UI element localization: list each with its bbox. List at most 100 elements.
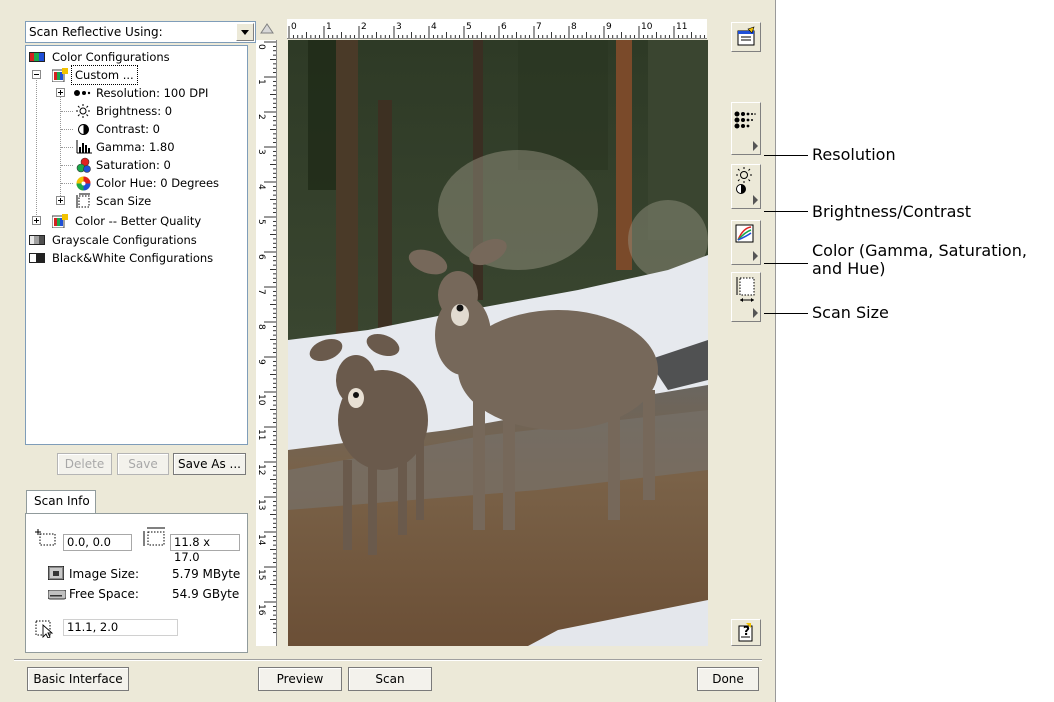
- scan-source-label: Scan Reflective Using:: [29, 25, 163, 39]
- ruler-label: 16: [256, 604, 266, 616]
- ruler-label: 11: [676, 22, 687, 32]
- color-icon: [735, 224, 754, 243]
- tree-item-contrast[interactable]: Contrast: 0: [28, 120, 243, 138]
- ruler-label: 15: [256, 569, 266, 580]
- tree-item-label: Saturation: 0: [96, 158, 171, 172]
- ruler-label: 8: [571, 22, 577, 32]
- collapse-icon[interactable]: [32, 70, 41, 79]
- ruler-label: 8: [256, 324, 266, 330]
- tree-item-bw-configurations[interactable]: Black&White Configurations: [28, 249, 243, 267]
- tree-item-label: Contrast: 0: [96, 122, 160, 136]
- configuration-tree[interactable]: Color Configurations Custom ... Resoluti…: [25, 45, 248, 445]
- horizontal-ruler-ticks: 0 1 2 3 4 5 6 7 8 9 10 11: [288, 22, 706, 38]
- preview-button[interactable]: Preview: [258, 667, 342, 691]
- delete-button[interactable]: Delete: [57, 453, 112, 475]
- done-button[interactable]: Done: [697, 667, 759, 691]
- ruler-label: 13: [256, 499, 266, 510]
- vertical-ruler-ticks: 012345678910111213141516: [256, 41, 276, 634]
- brightness-sun-icon: [76, 104, 90, 118]
- color-hue-wheel-icon: [76, 176, 91, 191]
- callout-line-color: [764, 263, 808, 264]
- tree-item-label: Brightness: 0: [96, 104, 173, 118]
- tree-item-label: Color Hue: 0 Degrees: [96, 176, 220, 190]
- help-icon: ?: [738, 623, 753, 642]
- free-space-value: 54.9 GByte: [172, 587, 240, 601]
- scanner-dialog: Scan Reflective Using: Color Configurati…: [0, 0, 776, 702]
- gamma-histogram-icon: [76, 140, 92, 154]
- callout-line-scan-size: [764, 313, 808, 314]
- vertical-ruler: 0 1 2 3 4 5 6 7 8 9 10 11 12 13 14 15 16: [256, 40, 277, 646]
- deer-photo: [288, 40, 708, 646]
- help-button[interactable]: ?: [731, 619, 761, 646]
- tab-scan-info[interactable]: Scan Info: [26, 490, 96, 514]
- ruler-label: 9: [606, 22, 612, 32]
- resolution-dots-icon: [74, 90, 91, 96]
- footer-separator: [14, 659, 762, 661]
- tree-item-label: Color Configurations: [52, 50, 170, 64]
- ruler-label: 5: [256, 219, 266, 225]
- expand-icon[interactable]: [32, 216, 41, 225]
- scan-info-panel: 0.0, 0.0 11.8 x 17.0 Image Size: 5.79 MB…: [25, 513, 248, 653]
- tree-item-resolution[interactable]: Resolution: 100 DPI: [28, 84, 243, 102]
- tree-item-label: Black&White Configurations: [52, 251, 214, 265]
- expand-icon[interactable]: [56, 88, 65, 97]
- ruler-label: 0: [256, 44, 266, 50]
- ruler-label: 1: [256, 79, 266, 85]
- callout-brightness-contrast: Brightness/Contrast: [812, 202, 971, 221]
- tree-item-color-better-quality[interactable]: Color -- Better Quality: [28, 212, 243, 230]
- dropdown-arrow-icon[interactable]: [236, 23, 254, 41]
- scan-source-dropdown[interactable]: Scan Reflective Using:: [25, 21, 256, 43]
- basic-interface-button[interactable]: Basic Interface: [27, 667, 129, 691]
- brightness-contrast-button[interactable]: [731, 164, 761, 209]
- ruler-label: 5: [466, 22, 472, 32]
- image-size-icon: [48, 566, 64, 580]
- origin-field: 0.0, 0.0: [63, 534, 132, 551]
- tree-item-brightness[interactable]: Brightness: 0: [28, 102, 243, 120]
- ruler-label: 7: [256, 289, 266, 295]
- expand-icon[interactable]: [56, 196, 65, 205]
- tree-item-label: Gamma: 1.80: [96, 140, 175, 154]
- callout-color-line2: and Hue): [812, 259, 886, 278]
- ruler-label: 3: [396, 22, 402, 32]
- tree-item-saturation[interactable]: Saturation: 0: [28, 156, 243, 174]
- callout-line-brightness-contrast: [764, 211, 808, 212]
- color-config-icon: [29, 52, 45, 62]
- tree-item-gamma[interactable]: Gamma: 1.80: [28, 138, 243, 156]
- contrast-icon: [78, 124, 89, 135]
- tree-item-label: Grayscale Configurations: [52, 233, 197, 247]
- ruler-label: 6: [256, 254, 266, 260]
- ruler-label: 3: [256, 149, 266, 155]
- ruler-origin-icon: [260, 23, 274, 34]
- resolution-icon: [734, 111, 756, 129]
- ruler-label: 6: [501, 22, 507, 32]
- cursor-position-field: 11.1, 2.0: [63, 619, 178, 636]
- horizontal-ruler: 0 1 2 3 4 5 6 7 8 9 10 11: [287, 19, 707, 39]
- save-button[interactable]: Save: [117, 453, 169, 475]
- grayscale-config-icon: [29, 235, 45, 245]
- scan-button[interactable]: Scan: [348, 667, 432, 691]
- properties-button[interactable]: [731, 22, 761, 52]
- tree-item-color-hue[interactable]: Color Hue: 0 Degrees: [28, 174, 243, 192]
- tree-item-scan-size[interactable]: Scan Size: [28, 192, 243, 210]
- ruler-label: 10: [641, 22, 653, 32]
- ruler-label: 11: [256, 429, 266, 440]
- tree-item-custom[interactable]: Custom ...: [28, 65, 243, 85]
- tree-item-color-configurations[interactable]: Color Configurations: [28, 48, 243, 66]
- preview-image[interactable]: [288, 40, 708, 646]
- callout-resolution: Resolution: [812, 145, 896, 164]
- properties-icon: [737, 26, 755, 46]
- save-as-button[interactable]: Save As ...: [173, 453, 246, 475]
- tree-item-grayscale-configurations[interactable]: Grayscale Configurations: [28, 231, 243, 249]
- ruler-label: 4: [256, 184, 266, 190]
- dimensions-icon: [143, 527, 165, 546]
- ruler-label: 12: [256, 464, 266, 475]
- free-space-label: Free Space:: [69, 587, 139, 601]
- resolution-button[interactable]: [731, 102, 761, 155]
- scan-size-button[interactable]: [731, 272, 761, 322]
- image-size-value: 5.79 MByte: [172, 567, 241, 581]
- ruler-label: 7: [536, 22, 542, 32]
- color-adjust-button[interactable]: [731, 220, 761, 265]
- svg-text:?: ?: [743, 624, 750, 638]
- ruler-corner[interactable]: [257, 19, 277, 39]
- ruler-label: 10: [256, 394, 266, 406]
